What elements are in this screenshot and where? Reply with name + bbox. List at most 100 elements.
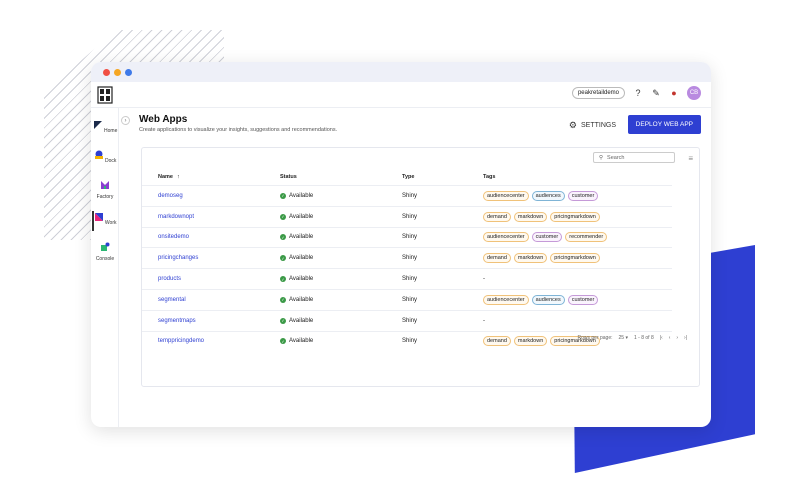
app-name-link[interactable]: onsitedemo [158, 234, 189, 240]
check-circle-icon: ✓ [280, 213, 286, 220]
main-content: Web Apps Create applications to visualiz… [139, 114, 701, 134]
tag[interactable]: customer [567, 190, 599, 201]
type-text: Shiny [402, 276, 418, 283]
sidebar-item-console[interactable]: Console [91, 242, 119, 262]
tag[interactable]: markdown [513, 336, 548, 347]
status-text: Available [289, 213, 314, 220]
help-icon[interactable]: ? [633, 88, 643, 98]
type-text: Shiny [402, 255, 418, 262]
column-header-tags[interactable]: Tags [483, 169, 495, 185]
sidebar-item-label: Console [95, 256, 115, 262]
type-text: Shiny [402, 296, 418, 303]
table-row[interactable]: products ✓ Available Shiny - [142, 268, 672, 289]
table-row[interactable]: segmental ✓ Available Shiny audiencecenter au… [142, 289, 672, 310]
tenant-selector[interactable]: peakretaildemo [571, 87, 625, 99]
tag[interactable]: audiencecenter [483, 190, 529, 201]
check-circle-icon: ✓ [280, 276, 286, 283]
type-text: Shiny [402, 338, 418, 345]
check-circle-icon: ✓ [280, 192, 286, 199]
sidebar: Home Dock Factory Work Console [91, 108, 119, 427]
table-row[interactable]: onsitedemo ✓ Available Shiny audiencecenter c… [142, 226, 672, 248]
check-circle-icon: ✓ [280, 317, 286, 324]
table-row[interactable]: pricingchanges ✓ Available Shiny demand markd… [142, 247, 672, 268]
sidebar-item-dock[interactable]: Dock [91, 150, 119, 164]
next-page-icon[interactable]: › [676, 335, 678, 341]
table-row[interactable]: demoseg ✓ Available Shiny audiencecenter audi… [142, 185, 672, 206]
no-tags: - [483, 317, 485, 324]
deploy-web-app-button[interactable]: DEPLOY WEB APP [627, 115, 701, 134]
status-text: Available [289, 255, 314, 262]
tag[interactable]: customer [567, 294, 599, 305]
tag[interactable]: markdown [513, 211, 548, 222]
gear-icon: ⚙ [568, 120, 577, 130]
logo-icon [97, 86, 113, 104]
notes-icon[interactable]: ✎ [651, 88, 661, 99]
status-text: Available [289, 234, 314, 241]
sidebar-item-home[interactable]: Home [91, 120, 119, 134]
home-icon [93, 121, 102, 129]
app-name-link[interactable]: temppricingdemo [158, 338, 204, 344]
tag[interactable]: demand [483, 336, 511, 347]
app-name-link[interactable]: demoseg [158, 193, 183, 199]
status-text: Available [289, 296, 314, 303]
pagination: Rows per page: 25 ▾ 1 - 8 of 8 |‹ ‹ › ›| [577, 335, 687, 341]
factory-icon [101, 181, 109, 189]
page-subtitle: Create applications to visualize your in… [139, 127, 338, 133]
sidebar-collapse-button[interactable]: › [121, 116, 130, 125]
close-dot[interactable] [103, 68, 110, 76]
tag[interactable]: recommender [565, 232, 608, 243]
type-text: Shiny [402, 234, 418, 241]
status-text: Available [289, 276, 314, 283]
settings-button[interactable]: ⚙ SETTINGS [569, 120, 616, 131]
tag[interactable]: audiences [531, 294, 565, 305]
search-input[interactable]: ⚲ Search [593, 152, 675, 163]
search-icon: ⚲ [599, 154, 604, 161]
tag[interactable]: markdown [513, 253, 548, 264]
bell-icon[interactable]: ● [669, 88, 679, 98]
table-row[interactable]: segmentmaps ✓ Available Shiny - [142, 309, 672, 331]
app-name-link[interactable]: markdownopt [158, 214, 194, 220]
tag[interactable]: audiences [531, 190, 565, 201]
app-name-link[interactable]: segmental [158, 297, 186, 303]
filter-icon[interactable]: ≡ [688, 154, 693, 163]
type-text: Shiny [402, 317, 418, 324]
last-page-icon[interactable]: ›| [684, 335, 687, 341]
table-row[interactable]: markdownopt ✓ Available Shiny demand markdown… [142, 205, 672, 227]
check-circle-icon: ✓ [280, 296, 286, 303]
sidebar-item-label: Work [104, 220, 117, 226]
sidebar-item-label: Dock [104, 158, 117, 164]
top-bar: peakretaildemo ? ✎ ● CB [91, 82, 711, 108]
page-title: Web Apps [139, 114, 188, 125]
tag[interactable]: customer [531, 232, 563, 243]
tag[interactable]: audiencecenter [483, 232, 529, 243]
tag[interactable]: audiencecenter [483, 294, 529, 305]
check-circle-icon: ✓ [280, 255, 286, 262]
first-page-icon[interactable]: |‹ [660, 335, 663, 341]
column-header-type[interactable]: Type [402, 169, 414, 185]
app-name-link[interactable]: products [158, 276, 181, 282]
sidebar-item-factory[interactable]: Factory [91, 180, 119, 200]
column-header-name[interactable]: Name ↑ [158, 169, 180, 185]
web-apps-table: ⚲ Search ≡ Name ↑ Status Type Tags demos… [141, 147, 700, 387]
maximize-dot[interactable] [125, 68, 132, 76]
no-tags: - [483, 276, 485, 283]
console-icon [101, 242, 110, 251]
type-text: Shiny [402, 213, 418, 220]
prev-page-icon[interactable]: ‹ [669, 335, 671, 341]
column-header-status[interactable]: Status [280, 169, 297, 185]
tag[interactable]: demand [483, 211, 511, 222]
tag[interactable]: demand [483, 253, 511, 264]
sidebar-item-label: Home [104, 128, 118, 134]
avatar[interactable]: CB [687, 86, 701, 100]
app-name-link[interactable]: pricingchanges [158, 255, 198, 261]
app-name-link[interactable]: segmentmaps [158, 318, 196, 324]
status-text: Available [289, 317, 314, 324]
type-text: Shiny [402, 192, 418, 199]
rows-per-page-select[interactable]: 25 ▾ [619, 335, 628, 341]
work-icon [94, 213, 103, 221]
sidebar-item-work[interactable]: Work [91, 211, 119, 231]
tag[interactable]: pricingmarkdown [550, 253, 600, 264]
tag[interactable]: pricingmarkdown [550, 211, 600, 222]
minimize-dot[interactable] [114, 68, 121, 76]
sidebar-item-label: Factory [96, 194, 114, 200]
